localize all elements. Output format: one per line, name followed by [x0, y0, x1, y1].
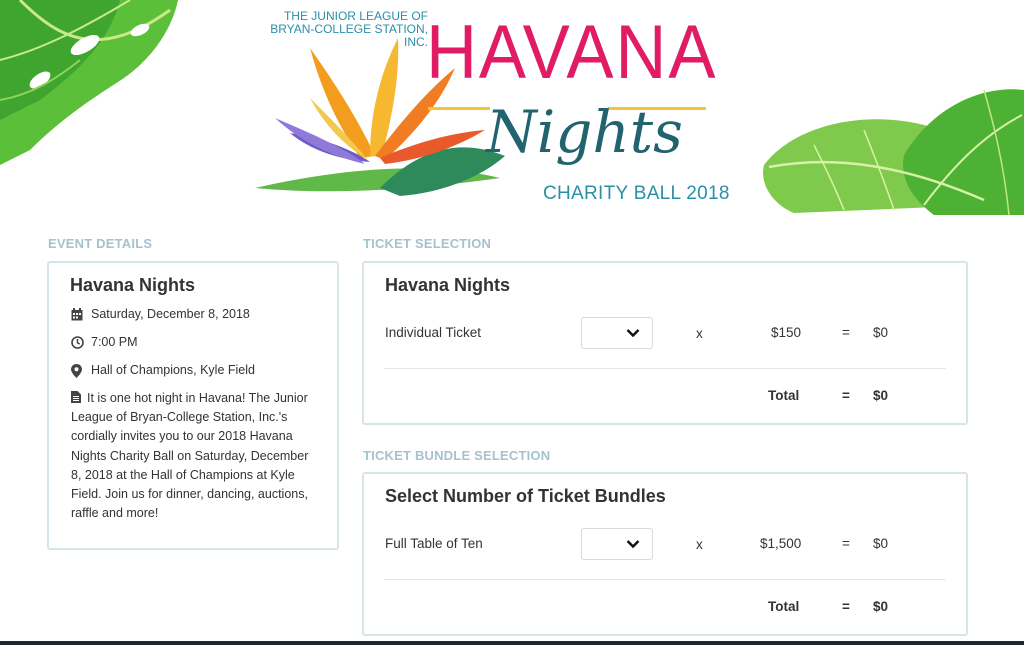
bundle-equals-sign: = — [842, 536, 850, 551]
ticket-total-value: $0 — [873, 388, 889, 403]
event-description-block: It is one hot night in Havana! The Junio… — [71, 389, 321, 523]
bundle-subtotal: $0 — [873, 536, 889, 551]
organization-name: THE JUNIOR LEAGUE OF BRYAN-COLLEGE STATI… — [248, 10, 428, 49]
gold-divider-left — [428, 107, 490, 110]
ticket-multiply-sign: x — [696, 326, 703, 341]
ticket-event-title: Havana Nights — [385, 275, 511, 295]
calendar-icon — [71, 308, 83, 321]
chevron-down-icon — [626, 329, 640, 338]
event-time: 7:00 PM — [91, 335, 138, 349]
event-details-panel: Havana Nights Saturday, December 8, 2018… — [47, 261, 339, 550]
event-description: It is one hot night in Havana! The Junio… — [71, 391, 309, 521]
bundle-total-equals: = — [842, 599, 850, 614]
bundle-divider — [384, 579, 946, 580]
event-details-section-label: EVENT DETAILS — [48, 236, 153, 251]
page-bottom-bar — [0, 641, 1024, 645]
ticket-item-name: Individual Ticket — [385, 325, 482, 340]
bundle-selection-panel: Select Number of Ticket Bundles Full Tab… — [362, 472, 968, 636]
event-banner: THE JUNIOR LEAGUE OF BRYAN-COLLEGE STATI… — [0, 0, 1024, 215]
bundle-total-label: Total — [768, 599, 800, 614]
event-title-havana: HAVANA — [426, 10, 718, 95]
event-title-nights: Nights — [486, 98, 683, 166]
map-marker-icon — [71, 364, 82, 378]
ticket-quantity-select[interactable] — [581, 317, 653, 349]
ticket-selection-panel: Havana Nights Individual Ticket x $150 =… — [362, 261, 968, 425]
bundle-total-value: $0 — [873, 599, 889, 614]
ticket-subtotal: $0 — [873, 325, 889, 340]
bundle-quantity-select[interactable] — [581, 528, 653, 560]
tropical-leaf-right-image — [763, 89, 1024, 215]
clock-icon — [71, 336, 84, 349]
bundle-item-name: Full Table of Ten — [385, 536, 483, 551]
event-subtitle: CHARITY BALL 2018 — [543, 183, 730, 204]
bundle-selection-section-label: TICKET BUNDLE SELECTION — [363, 448, 551, 463]
ticket-total-equals: = — [842, 388, 850, 403]
ticket-selection-section-label: TICKET SELECTION — [363, 236, 492, 251]
ticket-equals-sign: = — [842, 325, 850, 340]
ticket-price: $150 — [771, 325, 802, 340]
bundle-multiply-sign: x — [696, 537, 703, 552]
event-location: Hall of Champions, Kyle Field — [91, 363, 255, 377]
ticket-divider — [384, 368, 946, 369]
organization-name-line-2: BRYAN-COLLEGE STATION, INC. — [270, 22, 428, 49]
event-date: Saturday, December 8, 2018 — [91, 307, 250, 321]
document-icon — [71, 391, 81, 403]
ticket-total-label: Total — [768, 388, 800, 403]
bundle-price: $1,500 — [760, 536, 802, 551]
monstera-leaf-left-image — [0, 0, 178, 165]
bundle-panel-title: Select Number of Ticket Bundles — [385, 486, 666, 506]
event-name: Havana Nights — [70, 275, 196, 295]
chevron-down-icon — [626, 540, 640, 549]
